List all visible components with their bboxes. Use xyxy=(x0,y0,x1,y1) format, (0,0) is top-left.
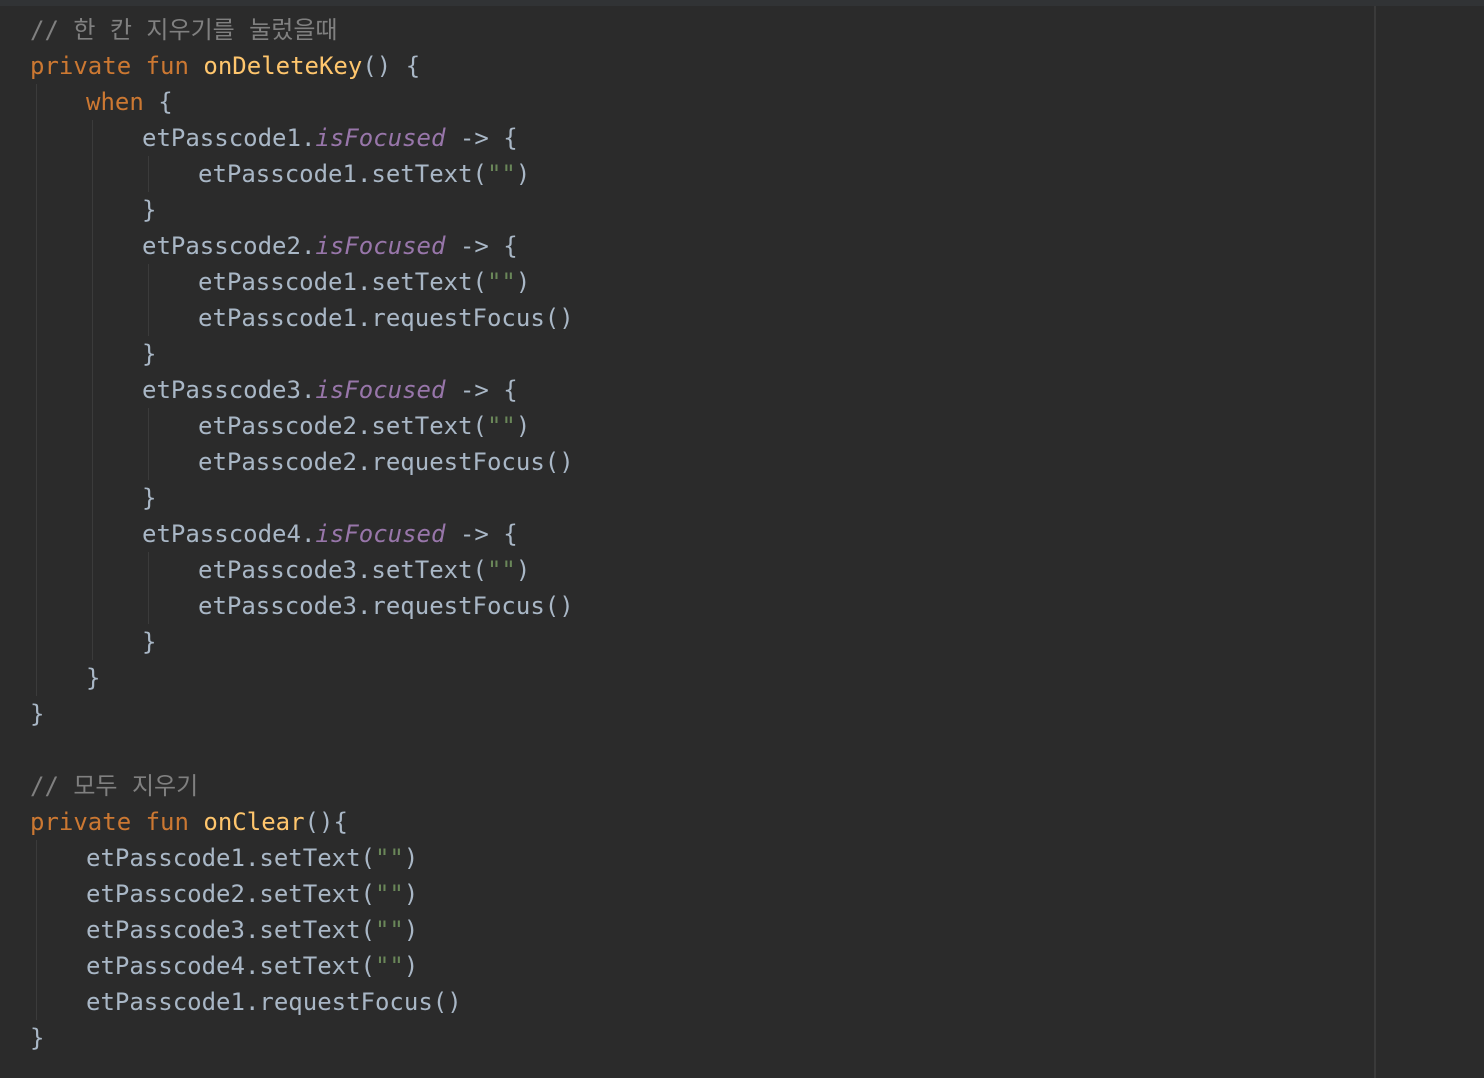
code-token-plain: ) xyxy=(403,952,419,980)
code-token-plain: ) xyxy=(403,916,419,944)
code-token-str: "" xyxy=(374,952,404,980)
code-token-plain: etPasscode3. xyxy=(142,376,316,404)
code-token-prop: isFocused xyxy=(315,232,446,260)
code-token-fn: onDeleteKey xyxy=(203,52,363,80)
indent-guide xyxy=(148,264,149,336)
code-token-str: "" xyxy=(486,160,516,188)
code-token-plain: etPasscode1.requestFocus() xyxy=(198,304,574,332)
code-token-plain: } xyxy=(142,628,157,656)
code-line: } xyxy=(30,1020,44,1056)
indent-guide xyxy=(36,84,37,696)
code-token-str: "" xyxy=(486,556,516,584)
indent-guide xyxy=(148,408,149,480)
code-token-prop: isFocused xyxy=(315,520,446,548)
code-line: when { xyxy=(86,84,173,120)
code-token-plain: ) xyxy=(403,844,419,872)
code-token-plain: -> { xyxy=(445,124,518,152)
code-token-prop: isFocused xyxy=(315,124,446,152)
code-token-plain: ) xyxy=(403,880,419,908)
code-token-com: // 한 칸 지우기를 눌렀을때 xyxy=(30,16,338,44)
code-token-plain: etPasscode3.setText( xyxy=(198,556,487,584)
code-token-plain: -> { xyxy=(445,520,518,548)
code-token-plain: -> { xyxy=(445,232,518,260)
code-token-plain: (){ xyxy=(304,808,348,836)
code-token-plain: etPasscode1.setText( xyxy=(86,844,375,872)
code-token-plain: } xyxy=(30,1024,45,1052)
code-token-plain: etPasscode2.setText( xyxy=(86,880,375,908)
code-token-plain: } xyxy=(142,340,157,368)
code-line: etPasscode4.setText("") xyxy=(86,948,418,984)
code-token-str: "" xyxy=(486,412,516,440)
code-line: etPasscode1.setText("") xyxy=(198,156,530,192)
code-token-plain: etPasscode2.setText( xyxy=(198,412,487,440)
code-line: etPasscode2.requestFocus() xyxy=(198,444,574,480)
code-token-plain: } xyxy=(142,196,157,224)
code-line: etPasscode1.requestFocus() xyxy=(198,300,574,336)
code-line: etPasscode1.setText("") xyxy=(86,840,418,876)
code-token-plain: ) xyxy=(515,268,531,296)
code-line: etPasscode2.setText("") xyxy=(198,408,530,444)
indent-guide xyxy=(92,120,93,660)
code-line: // 한 칸 지우기를 눌렀을때 xyxy=(30,12,338,48)
code-line: etPasscode1.isFocused -> { xyxy=(142,120,518,156)
code-token-kw: private fun xyxy=(30,52,204,80)
code-line: } xyxy=(142,336,156,372)
code-line: etPasscode3.isFocused -> { xyxy=(142,372,518,408)
code-token-plain: etPasscode3.requestFocus() xyxy=(198,592,574,620)
code-line: etPasscode3.requestFocus() xyxy=(198,588,574,624)
code-line: private fun onClear(){ xyxy=(30,804,348,840)
code-line: etPasscode3.setText("") xyxy=(198,552,530,588)
code-token-plain: etPasscode1.setText( xyxy=(198,268,487,296)
code-line: } xyxy=(86,660,100,696)
code-token-plain: etPasscode2.requestFocus() xyxy=(198,448,574,476)
code-token-plain: etPasscode4.setText( xyxy=(86,952,375,980)
code-line: etPasscode4.isFocused -> { xyxy=(142,516,518,552)
code-token-plain: etPasscode1.requestFocus() xyxy=(86,988,462,1016)
code-line: private fun onDeleteKey() { xyxy=(30,48,420,84)
code-token-plain: ) xyxy=(515,412,531,440)
indent-guide xyxy=(148,552,149,624)
code-token-kw: private fun xyxy=(30,808,204,836)
code-token-prop: isFocused xyxy=(315,376,446,404)
code-token-str: "" xyxy=(374,844,404,872)
code-token-plain: etPasscode1.setText( xyxy=(198,160,487,188)
code-token-plain: ) xyxy=(515,556,531,584)
code-line: etPasscode2.setText("") xyxy=(86,876,418,912)
code-line: etPasscode3.setText("") xyxy=(86,912,418,948)
code-token-plain: ) xyxy=(515,160,531,188)
indent-guide xyxy=(36,840,37,1020)
code-line: } xyxy=(30,696,44,732)
code-line: } xyxy=(142,480,156,516)
code-token-kw: when xyxy=(86,88,144,116)
code-line: etPasscode1.setText("") xyxy=(198,264,530,300)
code-line: // 모두 지우기 xyxy=(30,768,198,804)
code-token-str: "" xyxy=(374,880,404,908)
code-token-str: "" xyxy=(374,916,404,944)
code-token-plain: -> { xyxy=(445,376,518,404)
code-token-plain: etPasscode2. xyxy=(142,232,316,260)
code-token-com: // 모두 지우기 xyxy=(30,772,199,800)
code-editor[interactable]: // 한 칸 지우기를 눌렀을때 private fun onDeleteKey(… xyxy=(0,0,1484,1078)
code-line: } xyxy=(142,624,156,660)
indent-guide xyxy=(148,156,149,192)
code-token-plain: etPasscode4. xyxy=(142,520,316,548)
code-line: etPasscode1.requestFocus() xyxy=(86,984,462,1020)
code-token-plain: } xyxy=(142,484,157,512)
code-token-plain: } xyxy=(30,700,45,728)
code-token-fn: onClear xyxy=(203,808,305,836)
code-token-plain: () { xyxy=(362,52,421,80)
right-margin-guide xyxy=(1374,6,1376,1078)
code-token-str: "" xyxy=(486,268,516,296)
code-token-plain: etPasscode3.setText( xyxy=(86,916,375,944)
code-line: etPasscode2.isFocused -> { xyxy=(142,228,518,264)
code-token-plain: } xyxy=(86,664,101,692)
code-token-plain: etPasscode1. xyxy=(142,124,316,152)
code-line: } xyxy=(142,192,156,228)
code-token-plain: { xyxy=(143,88,173,116)
